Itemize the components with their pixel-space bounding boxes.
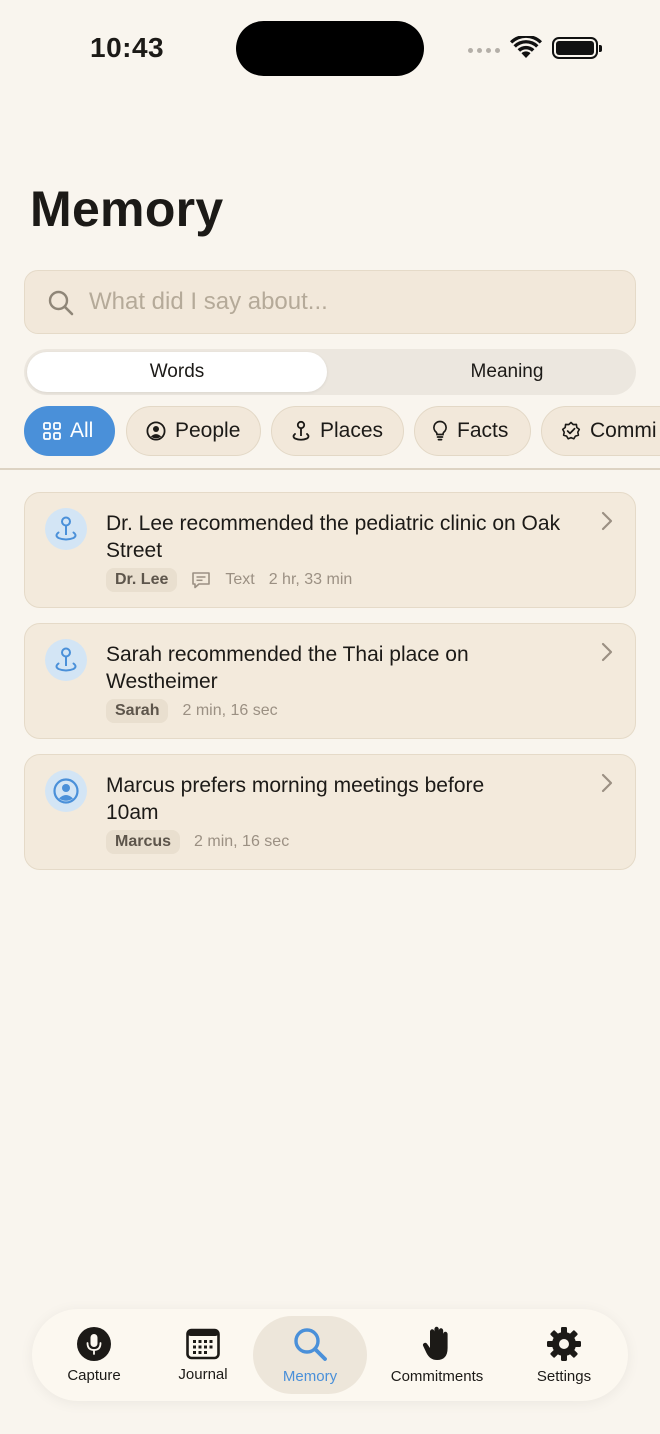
tab-label: Memory (282, 1367, 338, 1385)
chevron-right-icon (601, 511, 613, 531)
status-time: 10:43 (90, 32, 165, 63)
filter-chip-label: Places (320, 419, 384, 442)
person-tag: Marcus (106, 830, 181, 854)
search-icon (48, 290, 74, 316)
segment-meaning[interactable]: Meaning (354, 352, 660, 392)
filter-chip-facts[interactable]: Facts (414, 406, 531, 456)
filter-chip-label: Commi (590, 419, 657, 442)
filter-chip-commitments[interactable]: Commi (541, 406, 660, 456)
memory-title: Sarah recommended the Thai place on West… (106, 643, 469, 693)
filter-chip-all[interactable]: All (24, 406, 115, 456)
tab-label: Settings (536, 1367, 592, 1385)
memory-time: 2 min, 16 sec (182, 702, 278, 719)
memory-time: 2 hr, 33 min (268, 571, 353, 588)
tab-label: Capture (67, 1366, 121, 1384)
segment-words[interactable]: Words (27, 352, 327, 392)
person-tag: Dr. Lee (106, 568, 178, 592)
checkmark-seal-icon (561, 421, 581, 440)
search-mode-segmented-control: Words Meaning (24, 349, 636, 395)
location-pin-icon (55, 516, 77, 541)
page-title: Memory (30, 181, 224, 237)
person-tag: Sarah (106, 699, 169, 723)
magnifier-icon (294, 1327, 327, 1361)
divider (0, 468, 660, 470)
lightbulb-icon (433, 420, 447, 441)
memory-meta: Dr. Lee Text 2 hr, 33 min (106, 568, 352, 592)
filter-chip-label: All (70, 419, 94, 442)
memory-title: Dr. Lee recommended the pediatric clinic… (106, 512, 561, 562)
cellular-signal-icon (468, 48, 500, 53)
tab-settings[interactable]: Settings (518, 1309, 610, 1401)
location-pin-icon (292, 420, 310, 441)
memory-title: Marcus prefers morning meetings before 1… (106, 774, 485, 824)
message-icon (192, 572, 211, 589)
gear-icon (547, 1326, 581, 1361)
microphone-icon (77, 1326, 111, 1361)
location-pin-icon (55, 647, 77, 672)
memory-type-badge (45, 639, 87, 681)
battery-icon (552, 37, 602, 59)
hand-icon (422, 1326, 448, 1360)
tab-commitments[interactable]: Commitments (378, 1309, 496, 1401)
chevron-right-icon (601, 642, 613, 662)
status-bar: 10:43 (0, 0, 660, 100)
memory-time: 2 min, 16 sec (194, 833, 290, 850)
source-type: Text (225, 571, 255, 588)
filter-chip-label: Facts (457, 419, 509, 442)
filter-chip-people[interactable]: People (126, 406, 261, 456)
memory-card[interactable]: Marcus prefers morning meetings before 1… (24, 754, 636, 870)
dynamic-island (236, 21, 424, 76)
tab-journal[interactable]: Journal (156, 1309, 250, 1401)
filter-chip-places[interactable]: Places (271, 406, 404, 456)
search-input[interactable] (89, 271, 619, 333)
calendar-icon (186, 1328, 220, 1359)
tab-label: Journal (178, 1365, 228, 1383)
memory-type-badge (45, 770, 87, 812)
memory-meta: Sarah 2 min, 16 sec (106, 699, 278, 723)
tab-bar: Capture Journal Memory Commitments Setti… (32, 1309, 628, 1401)
tab-capture[interactable]: Capture (46, 1309, 142, 1401)
grid-icon (43, 422, 61, 440)
filter-chips: All People Places Facts Commi (24, 406, 660, 458)
tab-label: Commitments (390, 1367, 484, 1385)
tab-memory[interactable]: Memory (253, 1316, 367, 1394)
memory-card[interactable]: Sarah recommended the Thai place on West… (24, 623, 636, 739)
memory-card[interactable]: Dr. Lee recommended the pediatric clinic… (24, 492, 636, 608)
memory-meta: Marcus 2 min, 16 sec (106, 830, 289, 854)
chevron-right-icon (601, 773, 613, 793)
person-circle-icon (146, 421, 166, 441)
filter-chip-label: People (175, 419, 241, 442)
person-circle-icon (53, 778, 79, 804)
search-bar[interactable] (24, 270, 636, 334)
memory-type-badge (45, 508, 87, 550)
wifi-icon (510, 36, 542, 58)
